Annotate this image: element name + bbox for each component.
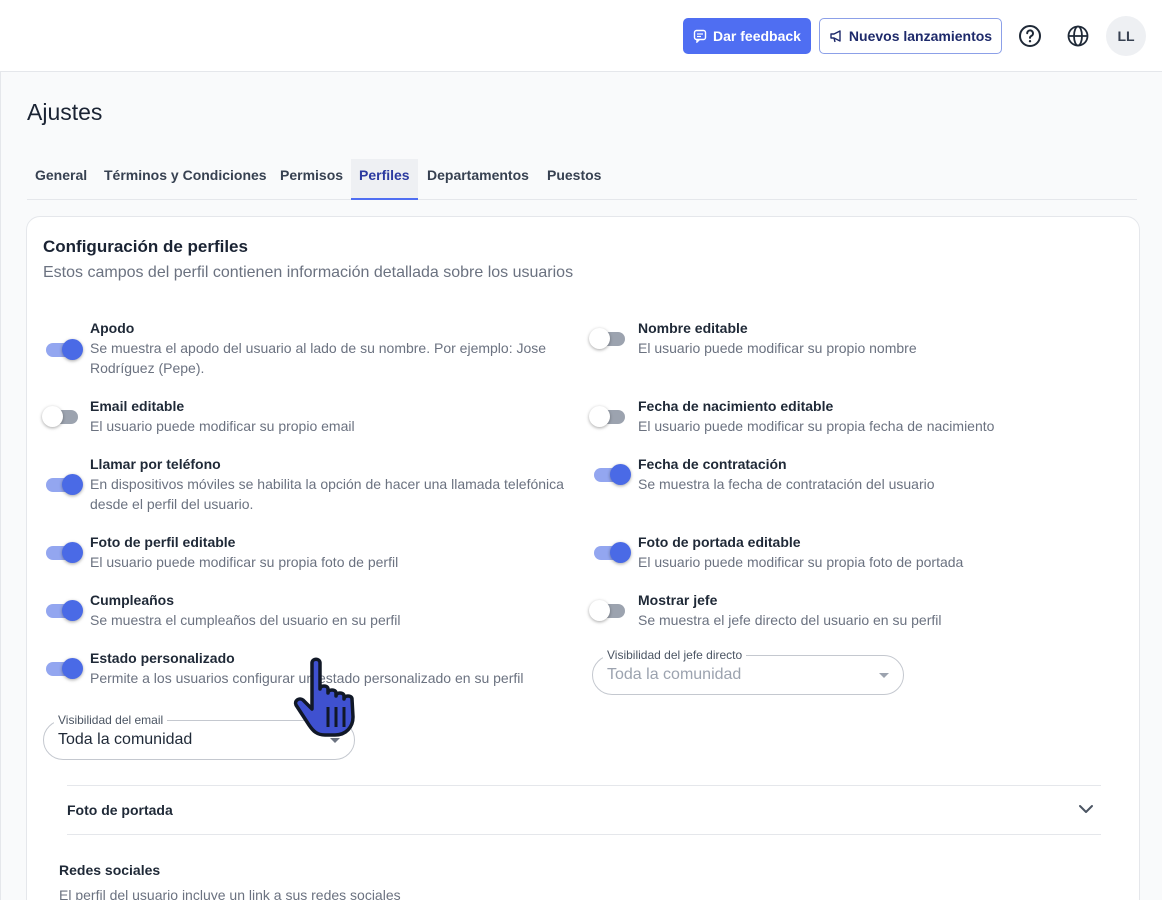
setting-editable-birthdate: Fecha de nacimiento editable El usuario …	[638, 396, 1118, 436]
tab-general[interactable]: General	[35, 159, 87, 200]
phone-call-toggle[interactable]	[44, 473, 83, 495]
editable-email-toggle[interactable]	[42, 405, 80, 427]
setting-label: Fecha de nacimiento editable	[638, 398, 834, 414]
hire-date-toggle[interactable]	[592, 463, 631, 485]
show-boss-toggle[interactable]	[589, 599, 627, 621]
setting-label: Foto de portada editable	[638, 534, 801, 550]
setting-label: Llamar por teléfono	[90, 456, 221, 472]
setting-editable-name: Nombre editable El usuario puede modific…	[638, 318, 1118, 358]
card-subtitle: Estos campos del perfil contienen inform…	[43, 264, 574, 281]
tab-positions[interactable]: Puestos	[547, 159, 601, 200]
setting-description: Se muestra el apodo del usuario al lado …	[90, 340, 547, 376]
setting-description: Se muestra el jefe directo del usuario e…	[638, 612, 942, 628]
setting-description: El usuario puede modificar su propia fot…	[638, 554, 964, 570]
megaphone-icon	[830, 30, 841, 43]
setting-description: El usuario puede modificar su propio ema…	[90, 418, 355, 434]
setting-nickname: Apodo Se muestra el apodo del usuario al…	[90, 318, 570, 378]
email-visibility-value: Toda la comunidad	[58, 731, 193, 748]
setting-label: Foto de perfil editable	[90, 534, 236, 550]
setting-description: Se muestra la fecha de contratación del …	[638, 476, 935, 492]
accordion-title: Foto de portada	[67, 802, 173, 818]
setting-show-boss: Mostrar jefe Se muestra el jefe directo …	[638, 590, 1118, 630]
setting-label: Email editable	[90, 398, 185, 414]
setting-birthday: Cumpleaños Se muestra el cumpleaños del …	[90, 590, 570, 630]
language-button[interactable]	[1064, 22, 1092, 50]
nickname-toggle[interactable]	[44, 338, 83, 360]
caret-down-icon	[879, 673, 889, 678]
setting-description: Se muestra el cumpleaños del usuario en …	[90, 612, 401, 628]
card-title: Configuración de perfiles	[43, 237, 248, 256]
feedback-button[interactable]: Dar feedback	[683, 18, 811, 54]
editable-name-toggle[interactable]	[589, 327, 627, 349]
editable-cover-photo-toggle[interactable]	[592, 541, 631, 563]
globe-icon	[1067, 25, 1089, 47]
editable-profile-photo-toggle[interactable]	[44, 541, 83, 563]
setting-description: El usuario puede modificar su propia fot…	[90, 554, 399, 570]
tab-bar: General Términos y Condiciones Permisos …	[27, 159, 1137, 200]
setting-description: En dispositivos móviles se habilita la o…	[90, 476, 564, 512]
hand-pointer-icon	[293, 657, 355, 737]
tab-departments[interactable]: Departamentos	[427, 159, 529, 200]
top-bar: Dar feedback Nuevos lanzamientos LL	[0, 0, 1162, 72]
setting-hire-date: Fecha de contratación Se muestra la fech…	[638, 454, 1118, 494]
boss-visibility-legend: Visibilidad del jefe directo	[603, 648, 747, 662]
help-icon	[1019, 25, 1041, 47]
setting-description: El usuario puede modificar su propio nom…	[638, 340, 917, 356]
setting-label: Apodo	[90, 320, 135, 336]
boss-visibility-value: Toda la comunidad	[607, 666, 742, 683]
social-networks-title: Redes sociales	[59, 862, 161, 878]
tab-terms[interactable]: Términos y Condiciones	[104, 159, 267, 200]
cover-photo-accordion[interactable]: Foto de portada	[67, 785, 1101, 835]
setting-description: El usuario puede modificar su propia fec…	[638, 418, 995, 434]
setting-label: Cumpleaños	[90, 592, 175, 608]
new-releases-button[interactable]: Nuevos lanzamientos	[819, 18, 1002, 54]
profile-settings-card: Configuración de perfiles Estos campos d…	[26, 216, 1140, 900]
birthday-toggle[interactable]	[44, 599, 83, 621]
chevron-down-icon	[1079, 805, 1093, 813]
page-title: Ajustes	[27, 99, 103, 125]
custom-status-toggle[interactable]	[44, 657, 83, 679]
setting-phone-call: Llamar por teléfono En dispositivos móvi…	[90, 454, 570, 514]
tab-permissions[interactable]: Permisos	[280, 159, 343, 200]
main-content: Ajustes General Términos y Condiciones P…	[0, 72, 1162, 900]
setting-editable-profile-photo: Foto de perfil editable El usuario puede…	[90, 532, 570, 572]
help-button[interactable]	[1016, 22, 1044, 50]
avatar[interactable]: LL	[1106, 16, 1146, 56]
setting-editable-email: Email editable El usuario puede modifica…	[90, 396, 570, 436]
boss-visibility-select[interactable]: Visibilidad del jefe directo Toda la com…	[592, 648, 904, 695]
setting-label: Nombre editable	[638, 320, 748, 336]
setting-label: Mostrar jefe	[638, 592, 718, 608]
setting-label: Fecha de contratación	[638, 456, 787, 472]
editable-birthdate-toggle[interactable]	[589, 405, 627, 427]
tab-profiles[interactable]: Perfiles	[351, 159, 418, 200]
social-networks-description: El perfil del usuario incluye un link a …	[59, 887, 401, 900]
email-visibility-legend: Visibilidad del email	[54, 713, 168, 727]
feedback-label: Dar feedback	[713, 28, 801, 44]
new-releases-label: Nuevos lanzamientos	[848, 28, 993, 44]
chat-icon	[693, 29, 707, 43]
setting-editable-cover-photo: Foto de portada editable El usuario pued…	[638, 532, 1118, 572]
